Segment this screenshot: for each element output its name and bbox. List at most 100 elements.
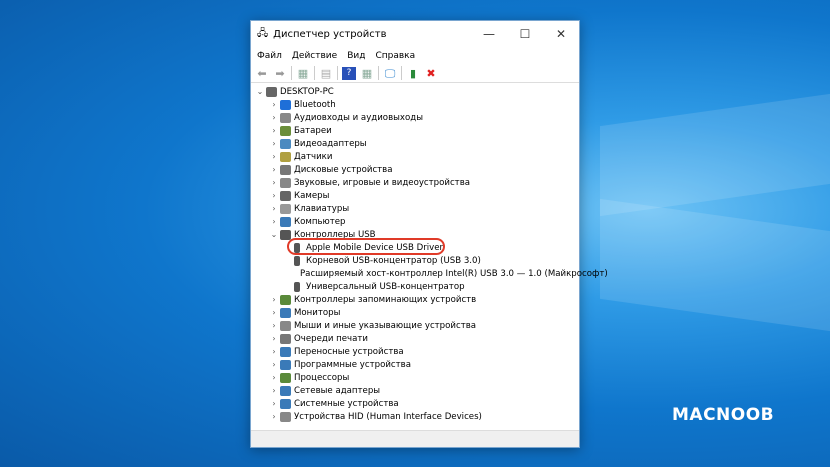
tree-category[interactable]: › Аудиовходы и аудиовыходы (251, 111, 579, 124)
chevron-right-icon[interactable]: › (269, 347, 279, 356)
device-category-icon (280, 99, 291, 110)
tree-category[interactable]: › Датчики (251, 150, 579, 163)
tree-category[interactable]: › Контроллеры запоминающих устройств (251, 293, 579, 306)
tree-category[interactable]: › Дисковые устройства (251, 163, 579, 176)
device-tree: ⌄ DESKTOP-PC › Bluetooth › Аудиовходы и ауд… (251, 85, 608, 423)
tree-category[interactable]: › Переносные устройства (251, 345, 579, 358)
tree-device[interactable]: Универсальный USB-концентратор (251, 280, 579, 293)
computer-icon (266, 86, 277, 97)
category-label: Переносные устройства (294, 346, 404, 357)
category-label: Устройства HID (Human Interface Devices) (294, 411, 482, 422)
menu-action[interactable]: Действие (292, 51, 337, 61)
tree-category[interactable]: › Системные устройства (251, 397, 579, 410)
category-label: Программные устройства (294, 359, 411, 370)
tree-category[interactable]: › Мыши и иные указывающие устройства (251, 319, 579, 332)
menu-file[interactable]: Файл (257, 51, 282, 61)
tree-category[interactable]: › Устройства HID (Human Interface Devices… (251, 410, 579, 423)
remove-device-icon[interactable]: ✖ (424, 67, 438, 80)
minimize-button[interactable]: — (471, 27, 507, 41)
chevron-right-icon[interactable]: › (269, 412, 279, 421)
tree-root[interactable]: ⌄ DESKTOP-PC (251, 85, 579, 98)
device-label: Расширяемый хост-контроллер Intel(R) USB… (300, 268, 608, 279)
device-category-icon (280, 112, 291, 123)
help-icon[interactable]: ? (342, 66, 356, 80)
toolbar: ⬅ ➡ ▦ ▤ ? ▦ 🖵 ▮ ✖ (251, 64, 579, 83)
tree-device[interactable]: Расширяемый хост-контроллер Intel(R) USB… (251, 267, 608, 280)
chevron-down-icon[interactable]: ⌄ (269, 230, 279, 239)
chevron-right-icon[interactable]: › (269, 139, 279, 148)
scan-monitor-icon[interactable]: 🖵 (383, 67, 397, 80)
tree-category[interactable]: › Видеоадаптеры (251, 137, 579, 150)
tree-category[interactable]: › Батареи (251, 124, 579, 137)
menu-help[interactable]: Справка (375, 51, 415, 61)
chevron-right-icon[interactable]: › (269, 373, 279, 382)
back-icon[interactable]: ⬅ (255, 67, 269, 80)
maximize-button[interactable]: ☐ (507, 27, 543, 41)
chevron-right-icon[interactable]: › (269, 321, 279, 330)
category-label: Датчики (294, 151, 333, 162)
category-label: Камеры (294, 190, 330, 201)
tree-category[interactable]: › Bluetooth (251, 98, 579, 111)
chevron-right-icon[interactable]: › (269, 191, 279, 200)
tree-category[interactable]: › Клавиатуры (251, 202, 579, 215)
menu-view[interactable]: Вид (347, 51, 365, 61)
device-category-icon (280, 216, 291, 227)
update-driver-icon[interactable]: ▤ (319, 67, 333, 80)
tree-device[interactable]: Корневой USB-концентратор (USB 3.0) (251, 254, 579, 267)
chevron-down-icon[interactable]: ⌄ (255, 87, 265, 96)
macnoob-logo: MACNOOB (672, 405, 775, 425)
chevron-right-icon[interactable]: › (269, 308, 279, 317)
chevron-right-icon[interactable]: › (269, 126, 279, 135)
chevron-right-icon[interactable]: › (269, 113, 279, 122)
device-category-icon (280, 307, 291, 318)
properties-icon[interactable]: ▦ (296, 67, 310, 80)
forward-icon[interactable]: ➡ (273, 67, 287, 80)
category-label: Сетевые адаптеры (294, 385, 381, 396)
app-icon: 🖧 (257, 27, 269, 39)
tree-category[interactable]: › Сетевые адаптеры (251, 384, 579, 397)
chevron-right-icon[interactable]: › (269, 334, 279, 343)
chevron-right-icon[interactable]: › (269, 295, 279, 304)
tree-category[interactable]: › Программные устройства (251, 358, 579, 371)
device-category-icon (280, 372, 291, 383)
view-icon[interactable]: ▦ (360, 67, 374, 80)
close-button[interactable]: ✕ (543, 27, 579, 41)
tree-category[interactable]: › Очереди печати (251, 332, 579, 345)
device-category-icon (280, 177, 291, 188)
device-category-icon (280, 359, 291, 370)
chevron-right-icon[interactable]: › (269, 386, 279, 395)
category-label: Контроллеры запоминающих устройств (294, 294, 477, 305)
category-label: Bluetooth (294, 99, 336, 110)
device-category-icon (280, 320, 291, 331)
tree-category[interactable]: › Звуковые, игровые и видеоустройства (251, 176, 579, 189)
device-label: Универсальный USB-концентратор (306, 281, 465, 292)
category-label: Процессоры (294, 372, 350, 383)
device-category-icon (280, 203, 291, 214)
enable-device-icon[interactable]: ▮ (406, 67, 420, 80)
category-label: Батареи (294, 125, 332, 136)
tree-category[interactable]: › Компьютер (251, 215, 579, 228)
tree-category[interactable]: › Мониторы (251, 306, 579, 319)
chevron-right-icon[interactable]: › (269, 178, 279, 187)
device-category-icon (280, 385, 291, 396)
usb-icon (294, 255, 300, 266)
chevron-right-icon[interactable]: › (269, 360, 279, 369)
tree-category[interactable]: › Камеры (251, 189, 579, 202)
chevron-right-icon[interactable]: › (269, 165, 279, 174)
chevron-right-icon[interactable]: › (269, 152, 279, 161)
usb-icon (294, 281, 300, 292)
chevron-right-icon[interactable]: › (269, 204, 279, 213)
highlighted-device[interactable]: Apple Mobile Device USB Driver (251, 238, 579, 255)
chevron-right-icon[interactable]: › (269, 100, 279, 109)
tree-category[interactable]: › Процессоры (251, 371, 579, 384)
category-label: Системные устройства (294, 398, 399, 409)
highlight-oval (287, 238, 445, 255)
window-title: Диспетчер устройств (273, 28, 387, 40)
category-label: Аудиовходы и аудиовыходы (294, 112, 423, 123)
device-category-icon (280, 411, 291, 422)
chevron-right-icon[interactable]: › (269, 399, 279, 408)
category-label: Компьютер (294, 216, 346, 227)
chevron-right-icon[interactable]: › (269, 217, 279, 226)
device-manager-window: 🖧 Диспетчер устройств — ☐ ✕ Файл Действи… (250, 20, 608, 448)
category-label: Дисковые устройства (294, 164, 393, 175)
